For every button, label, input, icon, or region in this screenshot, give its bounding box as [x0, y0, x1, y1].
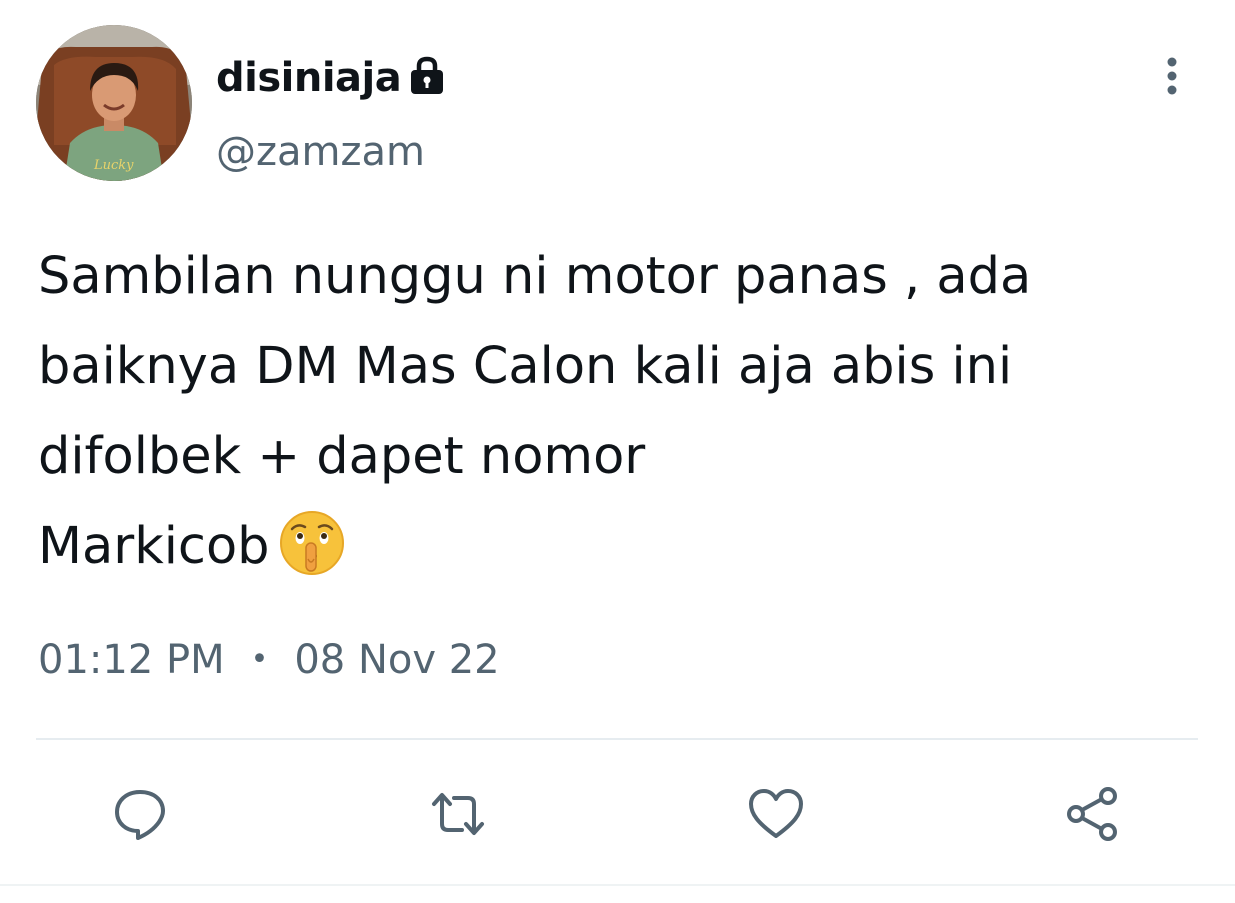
avatar[interactable]: Lucky	[36, 25, 192, 181]
meta-separator: •	[250, 642, 269, 677]
heart-icon[interactable]	[746, 784, 806, 844]
shushing-face-icon	[279, 511, 344, 575]
avatar-shirt-text: Lucky	[93, 158, 134, 173]
tweet-card: Lucky disiniaja @zamzam Sambilan nunggu …	[0, 0, 1235, 903]
share-icon[interactable]	[1064, 784, 1124, 844]
reply-icon[interactable]	[110, 784, 170, 844]
user-handle[interactable]: @zamzam	[216, 124, 425, 180]
bottom-divider	[0, 884, 1235, 886]
tweet-text-line-1: Sambilan nunggu ni motor panas , ada	[38, 247, 1032, 306]
retweet-icon[interactable]	[428, 784, 488, 844]
lock-icon	[411, 56, 443, 94]
tweet-text-line-3: difolbek + dapet nomor	[38, 427, 646, 486]
tweet-text-line-4: Markicob	[38, 517, 270, 576]
divider	[36, 738, 1198, 740]
display-name[interactable]: disiniaja	[216, 50, 402, 106]
more-vertical-icon[interactable]	[1150, 50, 1194, 102]
tweet-date: 08 Nov 22	[294, 637, 500, 683]
tweet-time: 01:12 PM	[38, 637, 225, 683]
tweet-timestamp[interactable]: 01:12 PM • 08 Nov 22	[38, 632, 500, 688]
tweet-text: Sambilan nunggu ni motor panas , ada bai…	[38, 232, 1198, 592]
avatar-photo: Lucky	[36, 25, 192, 181]
tweet-text-line-2: baiknya DM Mas Calon kali aja abis ini	[38, 337, 1013, 396]
